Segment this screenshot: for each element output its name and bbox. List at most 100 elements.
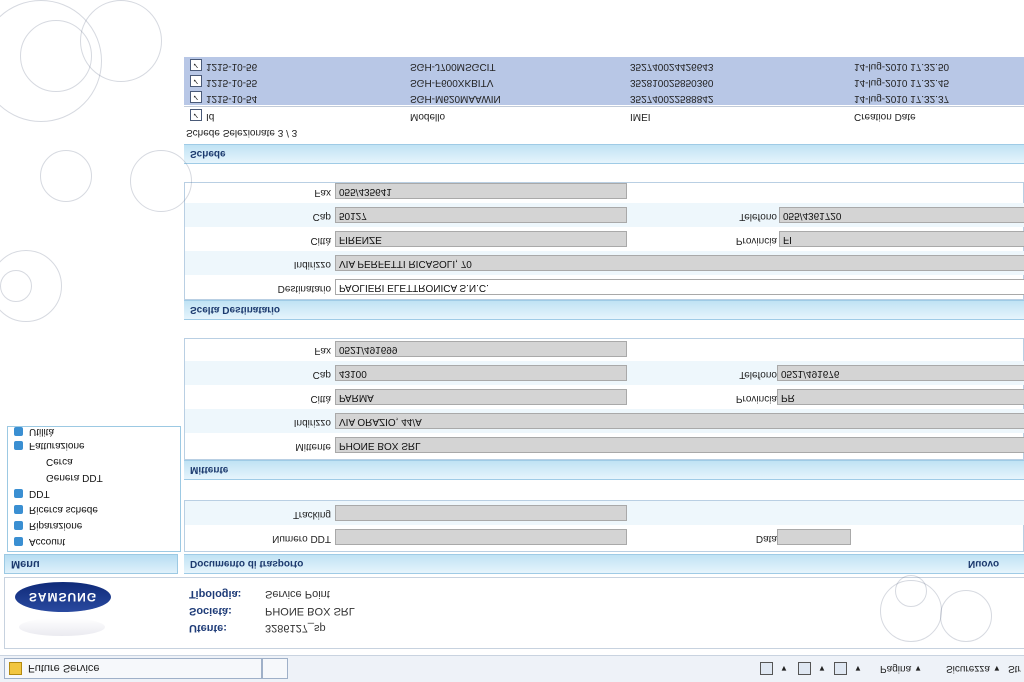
arrow-icon [14,505,23,514]
row-checkbox[interactable]: ✓ [190,75,202,87]
societa-label: Società: [189,605,232,617]
data-label: Data [755,533,777,544]
destinatario-panel-body: Destinatario PAOLIERI ELETTRONICA S.N.C.… [184,182,1024,300]
dest-fax-input[interactable]: 055/435641 [335,183,627,199]
schede-panel-header: Schede [184,144,1024,164]
menu-subitem-label: Genera DDT [46,472,103,483]
decorative-circle [80,0,162,82]
provincia-label: Provincia [735,393,777,404]
menu-item-label: Utilità [29,426,55,437]
dest-cap-label: Cap [312,211,331,222]
logo-reflection [19,618,105,636]
dest-citta-input[interactable]: FIRENZE [335,231,627,247]
menu-item-utilita[interactable]: Utilità [14,426,54,437]
cap-row: Cap 43100 Telefono 0521/491676 [185,361,1024,385]
decorative-circle [40,150,92,202]
arrow-icon [14,489,23,498]
menu-item-fatturazione[interactable]: Fatturazione [14,440,85,451]
dest-telefono-input[interactable]: 055/4361720 [779,207,1024,223]
menu-item-account[interactable]: Account [14,536,65,547]
table-row[interactable]: ✓ 1215-10-55 SGH-F600XKBITV 352810025850… [184,73,1024,89]
footer-panel: SAMSUNG Utente: 3286127_sp Società: PHONE … [4,577,1024,649]
indirizzo-input[interactable]: VIA ORAZIO, 44/A [335,413,1024,429]
menu-item-label: Fatturazione [29,440,85,451]
col-header-creation-date[interactable]: Creation Date [854,111,916,122]
dest-provincia-input[interactable]: FI [779,231,1024,247]
table-header-row: ✓ Id Modello IMEI Creation Date [184,106,1024,123]
menu-item-ddt[interactable]: DDT [14,488,50,499]
mittente-panel-body: Mittente PHONE BOX SRL Indirizzo VIA ORA… [184,338,1024,460]
destinatario-panel-header: Scelta Destinatario [184,300,1024,320]
safety-menu[interactable]: Sicurezza ▼ [946,662,1001,676]
menu-item-ricerca-schede[interactable]: Ricerca schede [14,504,98,515]
browser-tab[interactable]: Future Service [4,658,262,679]
fax-input[interactable]: 0521/491699 [335,341,627,357]
indirizzo-row: Indirizzo VIA ORAZIO, 44/A [185,409,1024,433]
menu-list: Account Riparazione Ricerca schede DDT G… [7,426,181,552]
destinatario-panel-title: Scelta Destinatario [190,304,281,316]
col-header-modello[interactable]: Modello [410,111,445,122]
mail-icon [798,662,811,676]
destinatario-row: Destinatario PAOLIERI ELETTRONICA S.N.C. [185,275,1024,299]
tracking-label: Tracking [293,509,331,520]
dest-cap-input[interactable]: 50127 [335,207,627,223]
utente-value: 3286127_sp [265,622,326,634]
destinatario-select[interactable]: PAOLIERI ELETTRONICA S.N.C. [335,279,1024,295]
data-input[interactable] [777,529,851,545]
dest-fax-label: Fax [314,187,331,198]
schede-selected-count: Schede Selezionate 3 / 3 [186,127,298,138]
telefono-input[interactable]: 0521/491676 [777,365,1024,381]
cell-modello: SGH-M620MAAWIN [410,93,501,104]
ddt-row-numero: Numero DDT Data [185,525,1024,549]
row-checkbox[interactable]: ✓ [190,59,202,71]
ddt-row-tracking: Tracking [185,501,1024,525]
dest-indirizzo-input[interactable]: VIA PERFETTI RICASOLI, 70 [335,255,1024,271]
row-checkbox[interactable]: ✓ [190,91,202,103]
table-row[interactable]: ✓ 1215-10-56 SGH-J700MSGCIT 352740024426… [184,57,1024,73]
mittente-label: Mittente [295,441,331,452]
printer-icon [834,662,847,676]
arrow-icon [14,441,23,450]
dest-citta-row: Città FIRENZE Provincia FI [185,227,1024,251]
cell-id: 1215-10-54 [206,93,258,104]
tracking-input[interactable] [335,505,627,521]
ddt-panel-title: Documento di trasporto [190,558,304,570]
menu-item-riparazione[interactable]: Riparazione [14,520,82,531]
dest-provincia-label: Provincia [735,235,777,246]
mittente-panel-header: Mittente [184,460,1024,480]
cell-date: 14-lug-2010 17.32.50 [854,61,950,72]
tools-menu-label: Str [1008,663,1021,675]
cell-id: 1215-10-56 [206,61,258,72]
indirizzo-label: Indirizzo [293,417,331,428]
menu-header: Menu [4,554,178,574]
menu-item-label: Riparazione [29,520,83,531]
menu-subitem-cerca[interactable]: Cerca [46,456,73,467]
arrow-icon [14,427,23,436]
page-menu[interactable]: Pagina ▼ [880,662,922,676]
read-mail-button[interactable]: ▼ [798,662,826,676]
cell-imei: 352740022588842 [630,93,714,104]
cap-input[interactable]: 43100 [335,365,627,381]
numero-ddt-input[interactable] [335,529,627,545]
feeds-button[interactable]: ▼ [760,662,788,676]
tools-menu[interactable]: Str [1008,662,1021,676]
citta-input[interactable]: PARMA [335,389,627,405]
menu-item-label: Ricerca schede [29,504,98,515]
col-header-id[interactable]: Id [206,111,214,122]
numero-ddt-label: Numero DDT [272,533,331,544]
fax-label: Fax [314,345,331,356]
mittente-input[interactable]: PHONE BOX SRL [335,437,1024,453]
select-all-checkbox[interactable]: ✓ [190,109,202,121]
print-button[interactable]: ▼ [834,662,862,676]
mittente-row: Mittente PHONE BOX SRL [185,433,1024,457]
provincia-input[interactable]: PR [777,389,1024,405]
arrow-icon [14,537,23,546]
col-header-imei[interactable]: IMEI [630,111,651,122]
fax-row: Fax 0521/491699 [185,337,1024,361]
table-row[interactable]: ✓ 1215-10-54 SGH-M620MAAWIN 352740022588… [184,89,1024,105]
nuovo-button[interactable]: Nuovo [968,558,999,569]
new-tab-button[interactable] [262,658,288,679]
cell-imei: 352810025850360 [630,77,714,88]
menu-subitem-genera-ddt[interactable]: Genera DDT [46,472,103,483]
tipologia-info: Tipologia: Service Point [189,588,330,600]
